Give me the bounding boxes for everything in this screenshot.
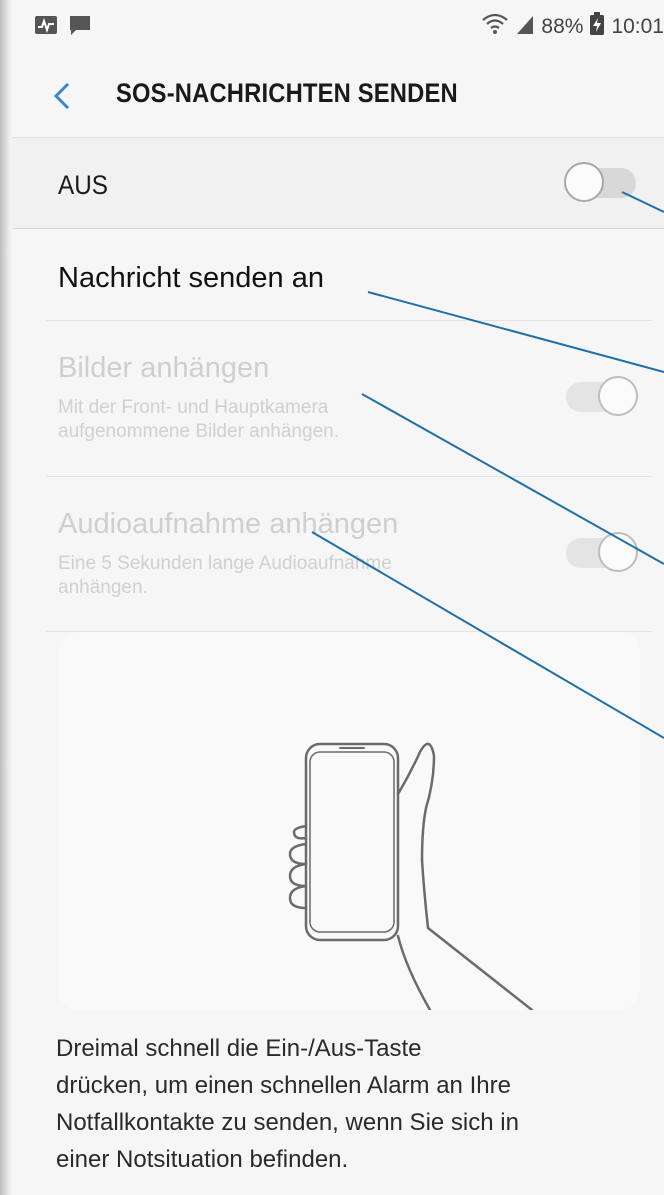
- attach-audio-subtitle-line2: anhängen.: [58, 577, 148, 598]
- status-bar-left: [34, 14, 92, 41]
- left-edge-shadow: [0, 0, 12, 1195]
- master-toggle[interactable]: [564, 162, 636, 202]
- master-switch-label: AUS: [58, 170, 108, 200]
- divider: [46, 320, 652, 321]
- attach-pictures-subtitle-line2: aufgenommene Bilder anhängen.: [58, 421, 339, 442]
- attach-pictures-subtitle: Mit der Front- und Hauptkamera aufgenomm…: [58, 396, 478, 444]
- description-text: Dreimal schnell die Ein-/Aus-Taste drück…: [56, 1030, 636, 1178]
- signal-icon: [515, 13, 535, 41]
- hand-holding-phone-illustration: [288, 742, 534, 1012]
- attach-pictures-subtitle-line1: Mit der Front- und Hauptkamera: [58, 397, 329, 418]
- description-line1: Dreimal schnell die Ein-/Aus-Taste: [56, 1035, 422, 1062]
- description-line3: Notfallkontakte zu senden, wenn Sie sich…: [56, 1109, 519, 1136]
- attach-audio-toggle[interactable]: [566, 532, 638, 572]
- activity-notification-icon: [34, 15, 58, 40]
- master-switch-bar[interactable]: AUS: [12, 137, 664, 229]
- attach-audio-toggle-thumb: [598, 532, 638, 572]
- clock: 10:01: [611, 15, 664, 38]
- battery-charging-icon: [589, 12, 605, 42]
- back-button[interactable]: [44, 76, 84, 116]
- send-to-title: Nachricht senden an: [58, 262, 324, 294]
- attach-pictures-toggle-thumb: [598, 376, 638, 416]
- status-bar: 88% 10:01: [0, 0, 664, 56]
- message-notification-icon: [68, 14, 92, 41]
- divider: [46, 476, 652, 477]
- page-title: SOS-NACHRICHTEN SENDEN: [116, 78, 458, 108]
- master-toggle-thumb: [564, 162, 604, 202]
- attach-pictures-title: Bilder anhängen: [58, 352, 270, 384]
- annotation-line-send-to: [367, 291, 664, 373]
- attach-audio-subtitle-line1: Eine 5 Sekunden lange Audioaufnahme: [58, 553, 392, 574]
- chevron-left-icon: [53, 82, 70, 110]
- status-bar-right: 88% 10:01: [481, 12, 664, 42]
- battery-percent: 88%: [541, 15, 584, 38]
- attach-audio-subtitle: Eine 5 Sekunden lange Audioaufnahme anhä…: [58, 552, 478, 600]
- attach-audio-title: Audioaufnahme anhängen: [58, 508, 399, 540]
- app-bar: SOS-NACHRICHTEN SENDEN: [0, 56, 664, 136]
- description-line4: einer Notsituation befinden.: [56, 1146, 349, 1173]
- wifi-icon: [481, 13, 509, 41]
- description-line2: drücken, um einen schnellen Alarm an Ihr…: [56, 1072, 511, 1099]
- attach-pictures-toggle[interactable]: [566, 376, 638, 416]
- illustration-card: [58, 632, 640, 1012]
